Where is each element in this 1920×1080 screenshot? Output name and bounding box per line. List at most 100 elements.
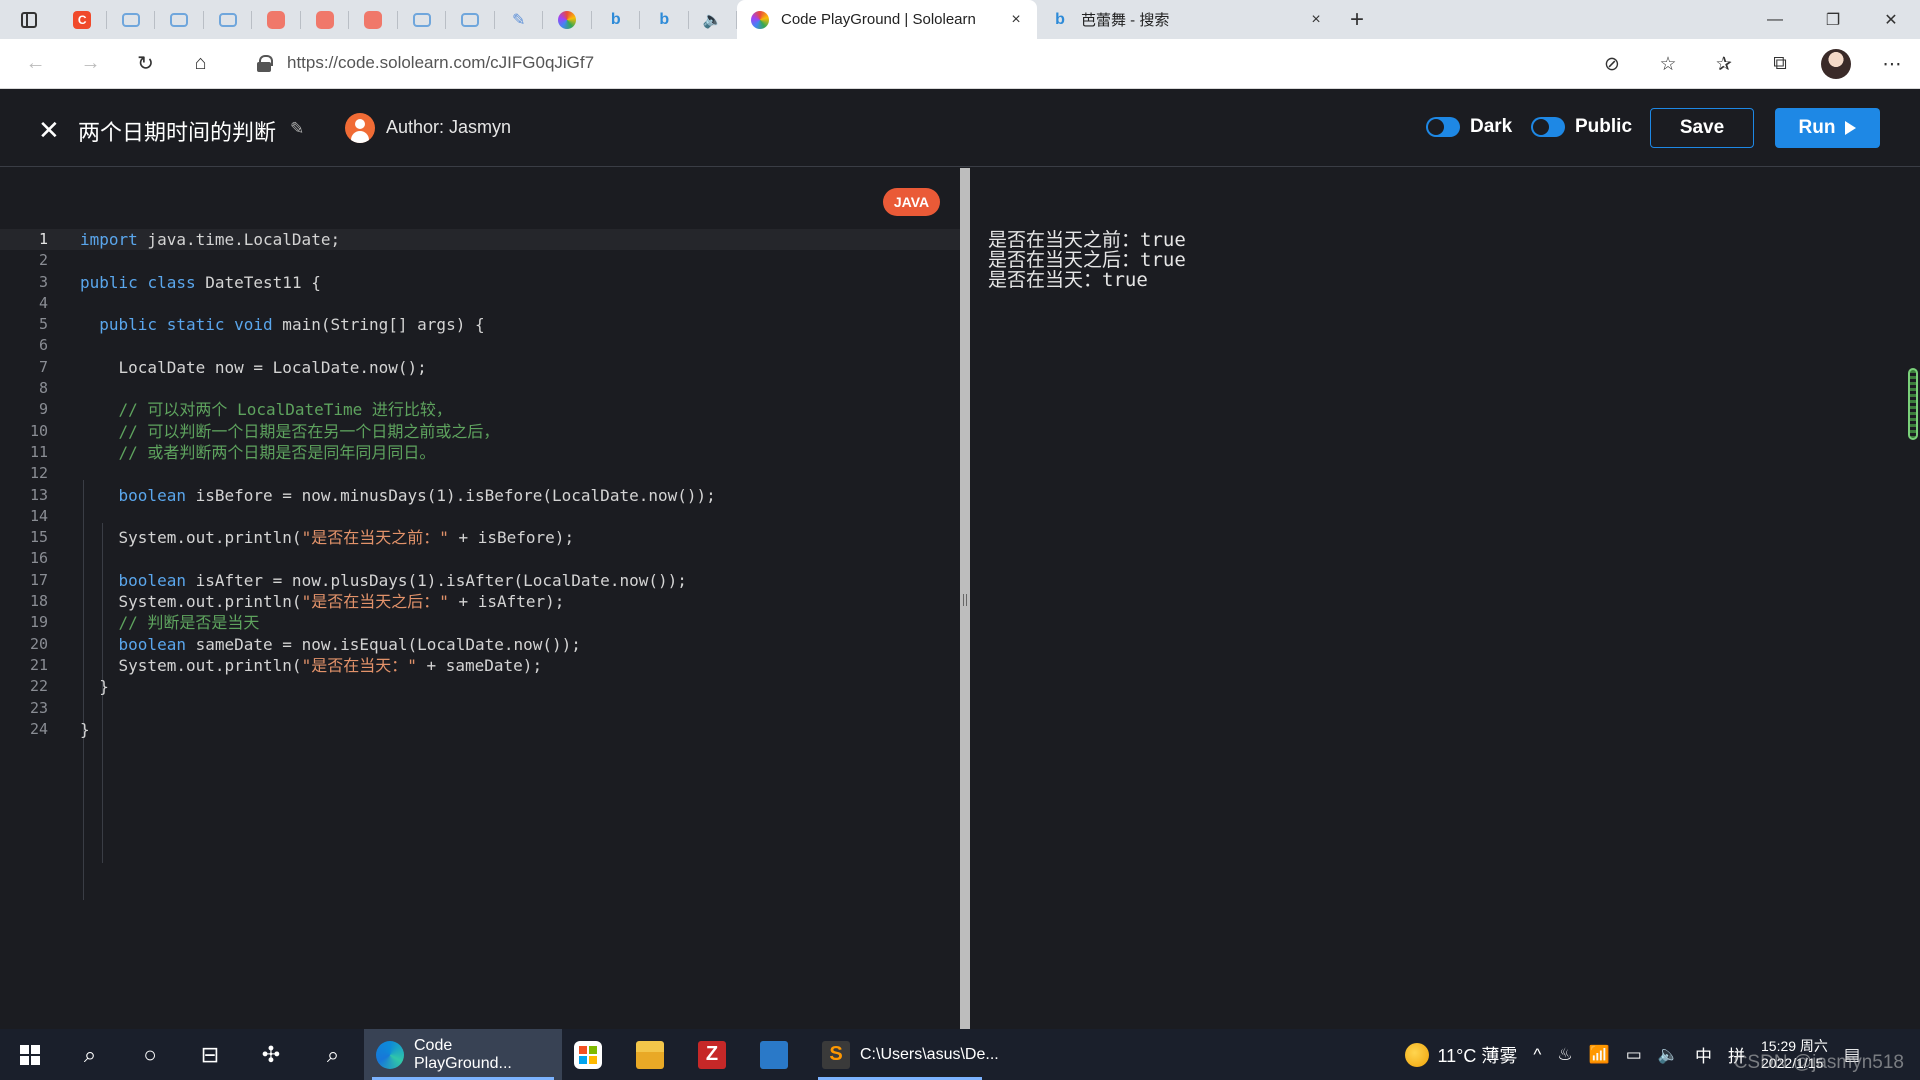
minimize-button[interactable]: — xyxy=(1746,0,1804,39)
back-arrow-icon[interactable]: ← xyxy=(8,39,63,89)
save-button[interactable]: Save xyxy=(1650,108,1754,148)
new-tab-button[interactable]: + xyxy=(1337,0,1377,39)
ime-language[interactable]: 中 xyxy=(1687,1042,1720,1067)
code-line[interactable]: 17 boolean isAfter = now.plusDays(1).isA… xyxy=(0,570,960,591)
code-line[interactable]: 3 public class DateTest11 { xyxy=(0,272,960,293)
wifi-icon[interactable]: 📶 xyxy=(1581,1045,1618,1065)
pinned-tab[interactable] xyxy=(301,0,350,39)
pinned-tab[interactable] xyxy=(204,0,253,39)
code-text[interactable]: } xyxy=(80,719,90,740)
url-bar[interactable]: https://code.sololearn.com/cJIFG0qJiGf7 xyxy=(237,45,1617,81)
code-text[interactable]: // 可以判断一个日期是否在另一个日期之前或之后， xyxy=(80,421,500,442)
taskbar-filezilla-app[interactable]: Z xyxy=(686,1029,748,1080)
pinned-tab[interactable]: C xyxy=(58,0,107,39)
code-text[interactable]: import java.time.LocalDate; xyxy=(80,229,340,250)
pinned-tab[interactable] xyxy=(543,0,592,39)
search-app-icon[interactable]: ⌕ xyxy=(302,1029,364,1080)
pinned-tab[interactable]: ✎ xyxy=(495,0,544,39)
code-line[interactable]: 18 System.out.println("是否在当天之后：" + isAft… xyxy=(0,591,960,612)
code-line[interactable]: 7 LocalDate now = LocalDate.now(); xyxy=(0,357,960,378)
pinned-tab[interactable] xyxy=(155,0,204,39)
code-line[interactable]: 15 System.out.println("是否在当天之前：" + isBef… xyxy=(0,527,960,548)
tray-app-icon[interactable]: ♨ xyxy=(1549,1045,1580,1065)
forward-arrow-icon[interactable]: → xyxy=(63,39,118,89)
code-text[interactable]: public static void main(String[] args) { xyxy=(80,314,484,335)
refresh-icon[interactable]: ↻ xyxy=(118,39,173,89)
taskbar-mail-app[interactable] xyxy=(748,1029,810,1080)
pane-splitter-handle[interactable] xyxy=(960,168,970,1029)
code-line[interactable]: 12 xyxy=(0,463,960,484)
close-code-icon[interactable]: ✕ xyxy=(38,115,60,146)
pinned-tab[interactable] xyxy=(349,0,398,39)
code-text[interactable]: System.out.println("是否在当天：" + sameDate); xyxy=(80,655,543,676)
code-text[interactable]: } xyxy=(80,676,109,697)
code-line[interactable]: 20 boolean sameDate = now.isEqual(LocalD… xyxy=(0,634,960,655)
pinned-tab[interactable]: 🔈 xyxy=(689,0,738,39)
battery-icon[interactable]: ▭ xyxy=(1618,1045,1650,1065)
code-text[interactable]: System.out.println("是否在当天之后：" + isAfter)… xyxy=(80,591,565,612)
home-icon[interactable]: ⌂ xyxy=(173,39,228,89)
add-favorite-icon[interactable]: ☆ xyxy=(1640,39,1696,89)
code-line[interactable]: 16 xyxy=(0,548,960,569)
code-line[interactable]: 14 xyxy=(0,506,960,527)
more-menu-icon[interactable]: ⋯ xyxy=(1864,39,1920,89)
code-text[interactable]: // 或者判断两个日期是否是同年同月同日。 xyxy=(80,442,436,463)
tab-code-playground[interactable]: Code PlayGround | Sololearn × xyxy=(737,0,1037,39)
url-text[interactable]: https://code.sololearn.com/cJIFG0qJiGf7 xyxy=(287,53,594,73)
tab-actions-button[interactable] xyxy=(0,0,58,39)
start-button[interactable] xyxy=(0,1029,60,1080)
code-line[interactable]: 24} xyxy=(0,719,960,740)
dark-mode-toggle[interactable] xyxy=(1426,117,1460,137)
code-line[interactable]: 8 xyxy=(0,378,960,399)
code-editor[interactable]: JAVA 1 import java.time.LocalDate; 2 3 publi… xyxy=(0,168,960,1029)
pinned-tab[interactable] xyxy=(446,0,495,39)
taskbar-store-app[interactable] xyxy=(562,1029,624,1080)
taskbar-explorer-app[interactable] xyxy=(624,1029,686,1080)
code-text[interactable]: // 判断是否是当天 xyxy=(80,612,260,633)
tab-close-icon[interactable]: × xyxy=(1307,11,1325,29)
weather-text[interactable]: 11°C 薄雾 xyxy=(1437,1042,1525,1068)
code-line[interactable]: 11 // 或者判断两个日期是否是同年同月同日。 xyxy=(0,442,960,463)
code-line[interactable]: 6 xyxy=(0,335,960,356)
taskbar-sublime-app[interactable]: S C:\Users\asus\De... xyxy=(810,1029,999,1080)
favorites-icon[interactable]: ✰ xyxy=(1696,39,1752,89)
window-close-button[interactable]: ✕ xyxy=(1862,0,1920,39)
code-line[interactable]: 13 boolean isBefore = now.minusDays(1).i… xyxy=(0,485,960,506)
code-text[interactable]: boolean isBefore = now.minusDays(1).isBe… xyxy=(80,485,716,506)
pinned-tab[interactable] xyxy=(398,0,447,39)
scrollbar-indicator[interactable] xyxy=(1908,368,1918,440)
tracking-prevention-icon[interactable]: ⊘ xyxy=(1584,39,1640,89)
code-text[interactable]: public class DateTest11 { xyxy=(80,272,321,293)
run-button[interactable]: Run xyxy=(1775,108,1880,148)
code-text[interactable]: boolean isAfter = now.plusDays(1).isAfte… xyxy=(80,570,687,591)
tab-close-icon[interactable]: × xyxy=(1007,11,1025,29)
edit-title-pencil-icon[interactable]: ✎ xyxy=(290,119,304,139)
code-line[interactable]: 23 xyxy=(0,698,960,719)
code-line[interactable]: 22 } xyxy=(0,676,960,697)
profile-avatar[interactable] xyxy=(1808,39,1864,89)
code-line[interactable]: 19 // 判断是否是当天 xyxy=(0,612,960,633)
author-label[interactable]: Author: Jasmyn xyxy=(386,117,511,138)
show-hidden-icons-icon[interactable]: ^ xyxy=(1525,1045,1549,1065)
pinned-tab[interactable]: b xyxy=(592,0,641,39)
public-toggle[interactable] xyxy=(1531,117,1565,137)
task-view-icon[interactable]: ⊟ xyxy=(180,1029,240,1080)
weather-icon[interactable] xyxy=(1405,1042,1430,1067)
code-line[interactable]: 9 // 可以对两个 LocalDateTime 进行比较， xyxy=(0,399,960,420)
code-lines[interactable]: 1 import java.time.LocalDate; 2 3 public cla… xyxy=(0,229,960,740)
pinned-tab[interactable] xyxy=(107,0,156,39)
code-text[interactable]: LocalDate now = LocalDate.now(); xyxy=(80,357,427,378)
search-icon[interactable]: ⌕ xyxy=(60,1029,120,1080)
code-text[interactable]: // 可以对两个 LocalDateTime 进行比较， xyxy=(80,399,452,420)
code-line[interactable]: 1 import java.time.LocalDate; xyxy=(0,229,960,251)
code-line[interactable]: 21 System.out.println("是否在当天：" + sameDat… xyxy=(0,655,960,676)
pinned-tab[interactable]: b xyxy=(640,0,689,39)
taskbar-edge-app[interactable]: Code PlayGround... xyxy=(364,1029,562,1080)
code-text[interactable]: boolean sameDate = now.isEqual(LocalDate… xyxy=(80,634,581,655)
code-text[interactable]: System.out.println("是否在当天之前：" + isBefore… xyxy=(80,527,575,548)
tab-bing-search[interactable]: b 芭蕾舞 - 搜索 × xyxy=(1037,0,1337,39)
code-line[interactable]: 4 xyxy=(0,293,960,314)
collections-icon[interactable]: ⧉ xyxy=(1752,39,1808,89)
volume-icon[interactable]: 🔈 xyxy=(1650,1045,1687,1065)
author-avatar-icon[interactable] xyxy=(345,113,375,143)
